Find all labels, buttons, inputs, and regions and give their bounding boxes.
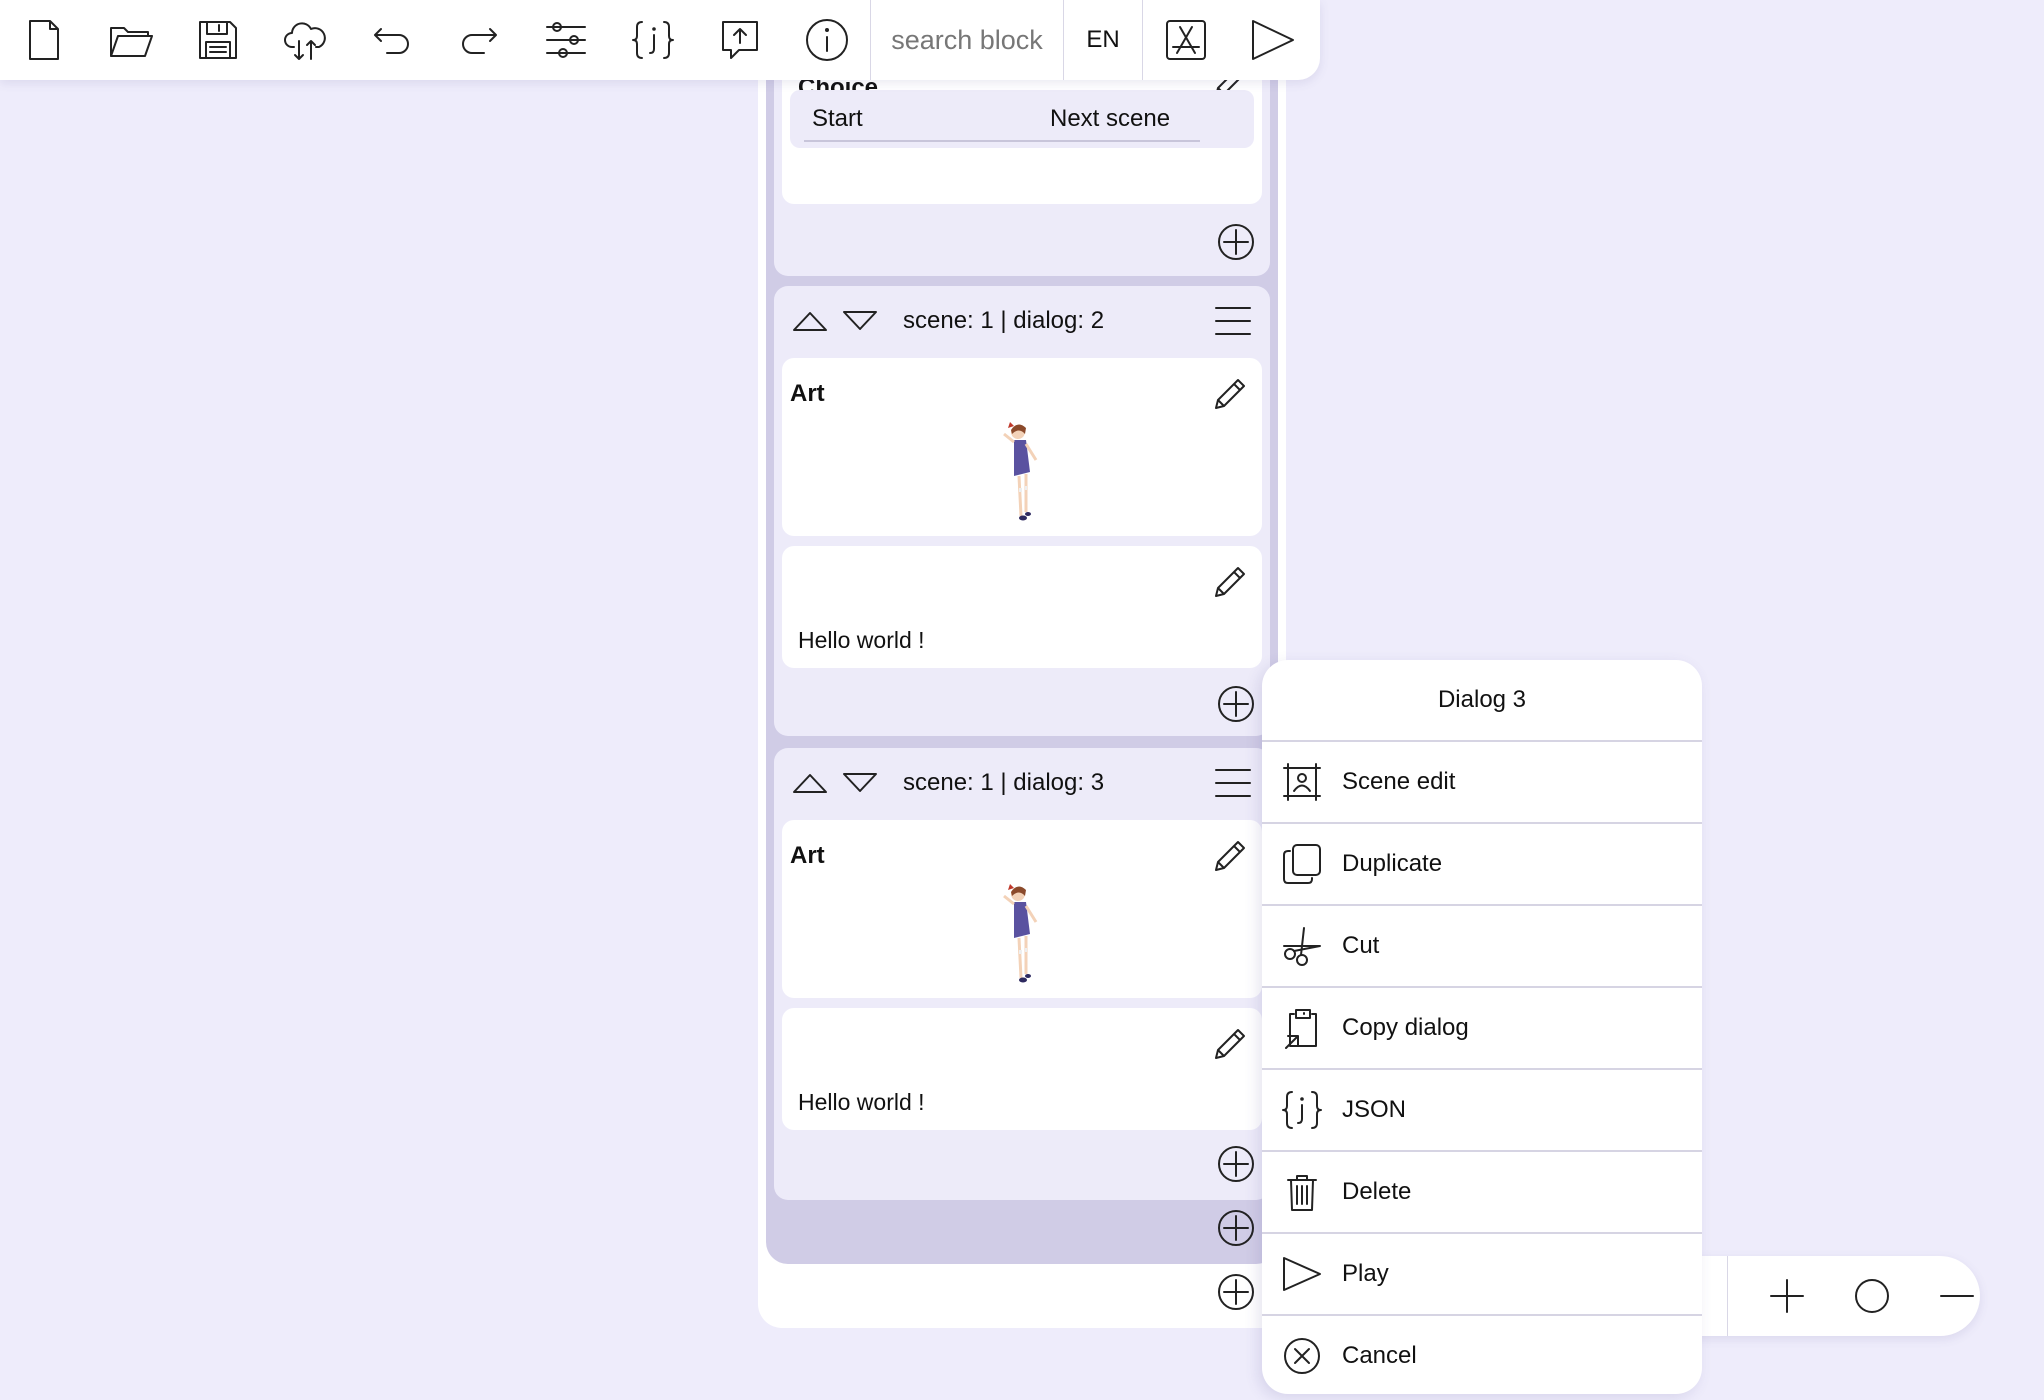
cancel-icon (1284, 1338, 1320, 1374)
menu-item-copy-dialog[interactable]: Copy dialog (1262, 988, 1702, 1070)
triangle-up-icon (793, 774, 827, 793)
undo-icon (373, 28, 409, 54)
menu-item-delete[interactable]: Delete (1262, 1152, 1702, 1234)
export-button[interactable] (696, 0, 783, 80)
pencil-icon[interactable] (1208, 374, 1250, 416)
menu-item-json[interactable]: JSON (1262, 1070, 1702, 1152)
triangle-down-icon (843, 773, 877, 792)
text-block: Hello world ! (782, 1008, 1262, 1130)
clipboard-icon (1285, 1009, 1317, 1049)
add-block-button[interactable] (1216, 222, 1256, 262)
scene-edit-icon (1283, 763, 1321, 801)
play-button[interactable] (1229, 0, 1315, 80)
triangle-down-icon (843, 311, 877, 330)
json-braces-icon (1282, 1091, 1322, 1129)
dialog-text: Hello world ! (798, 1089, 925, 1115)
cloud-sync-button[interactable] (261, 0, 348, 80)
art-block: Art (782, 358, 1262, 536)
menu-item-label: Scene edit (1342, 768, 1456, 795)
text-block: Hello world ! (782, 546, 1262, 668)
add-block-button[interactable] (1216, 1144, 1256, 1184)
move-up-button[interactable] (787, 760, 833, 806)
open-folder-button[interactable] (87, 0, 174, 80)
character-sprite (1003, 422, 1038, 521)
duplicate-icon (1283, 844, 1321, 884)
language-selector[interactable]: EN (1064, 0, 1142, 80)
dialog-card-2: scene: 1 | dialog: 2 Art Hello world ! (774, 286, 1270, 736)
redo-icon (461, 28, 497, 54)
dialog-card-3: scene: 1 | dialog: 3 Art Hello world ! (774, 748, 1270, 1200)
triangle-up-icon (793, 312, 827, 331)
zoom-in-icon[interactable] (1764, 1273, 1810, 1319)
menu-item-label: JSON (1342, 1096, 1407, 1123)
dialog-header: scene: 1 | dialog: 3 (774, 748, 1270, 818)
art-title: Art (790, 842, 825, 869)
redo-button[interactable] (435, 0, 522, 80)
scissors-icon (1283, 927, 1321, 966)
new-file-icon (28, 20, 59, 60)
dialog-title: scene: 1 | dialog: 2 (903, 307, 1105, 334)
dialog-text: Hello world ! (798, 627, 925, 653)
move-down-button[interactable] (837, 298, 883, 344)
dialog-title: scene: 1 | dialog: 3 (903, 769, 1105, 796)
menu-item-label: Cut (1342, 932, 1380, 959)
info-icon (805, 19, 848, 61)
top-toolbar: search block EN (0, 0, 1320, 80)
move-up-button[interactable] (787, 298, 833, 344)
trash-icon (1287, 1175, 1317, 1211)
json-braces-icon (631, 21, 674, 59)
art-block: Art (782, 820, 1262, 998)
hamburger-menu-icon[interactable] (1212, 300, 1254, 342)
export-icon (721, 21, 758, 59)
context-menu-title: Dialog 3 (1262, 660, 1702, 742)
choice-underline (804, 140, 1018, 142)
zoom-out-icon[interactable] (1934, 1273, 1980, 1319)
json-button[interactable] (609, 0, 696, 80)
undo-button[interactable] (348, 0, 435, 80)
menu-item-label: Delete (1342, 1178, 1412, 1205)
new-file-button[interactable] (0, 0, 87, 80)
zoom-divider (1727, 1256, 1728, 1336)
menu-item-label: Duplicate (1342, 850, 1443, 877)
hamburger-menu-icon[interactable] (1212, 762, 1254, 804)
search-input[interactable]: search block (871, 0, 1063, 80)
art-title: Art (790, 380, 825, 407)
menu-item-cut[interactable]: Cut (1262, 906, 1702, 988)
dialog-context-menu: Dialog 3 Scene edit Duplicate Cut Copy d… (1262, 660, 1702, 1394)
pencil-icon[interactable] (1208, 1024, 1250, 1066)
app-store-button[interactable] (1143, 0, 1229, 80)
menu-item-duplicate[interactable]: Duplicate (1262, 824, 1702, 906)
menu-item-label: Cancel (1342, 1342, 1417, 1369)
save-button[interactable] (174, 0, 261, 80)
dialog-header: scene: 1 | dialog: 2 (774, 286, 1270, 356)
pencil-icon[interactable] (1208, 836, 1250, 878)
choice-options: Start Next scene (790, 90, 1254, 148)
add-block-button[interactable] (1216, 684, 1256, 724)
open-folder-icon (109, 27, 153, 57)
move-down-button[interactable] (837, 760, 883, 806)
zoom-reset-icon[interactable] (1849, 1273, 1895, 1319)
save-icon (198, 21, 237, 59)
settings-button[interactable] (522, 0, 609, 80)
settings-sliders-icon (545, 22, 586, 58)
character-sprite (1003, 884, 1038, 983)
add-dialog-button[interactable] (1216, 1208, 1256, 1248)
choice-underline (1018, 140, 1200, 142)
info-button[interactable] (783, 0, 870, 80)
play-icon (1283, 1257, 1321, 1291)
menu-item-scene-edit[interactable]: Scene edit (1262, 742, 1702, 824)
menu-item-cancel[interactable]: Cancel (1262, 1316, 1702, 1394)
play-icon (1252, 20, 1294, 60)
add-scene-button[interactable] (1216, 1272, 1256, 1312)
cloud-sync-icon (283, 22, 326, 60)
menu-item-label: Play (1342, 1260, 1389, 1287)
menu-item-play[interactable]: Play (1262, 1234, 1702, 1316)
app-store-icon (1166, 20, 1206, 60)
menu-item-label: Copy dialog (1342, 1014, 1469, 1041)
pencil-icon[interactable] (1208, 562, 1250, 604)
